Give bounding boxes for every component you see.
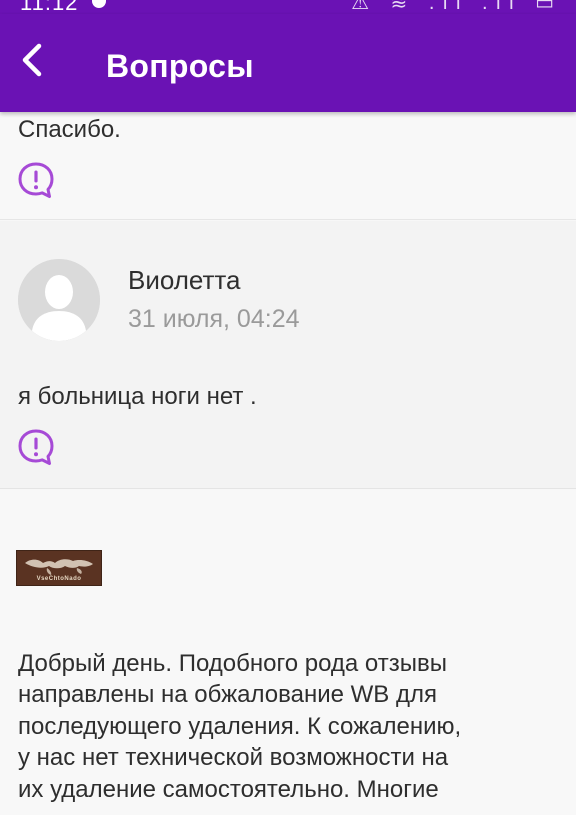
app-bar: Вопросы xyxy=(0,14,576,112)
answer-line: их удаление самостоятельно. Многие xyxy=(18,775,439,803)
feed-item-seller-answer: VseChtoNado Добрый день. Подобного рода … xyxy=(0,490,576,815)
status-icons: ⚠ ≋ .ıl .ıl ▭ xyxy=(351,0,562,14)
page-title: Вопросы xyxy=(106,48,254,84)
answer-line: у нас нет технической возможности на xyxy=(18,744,449,772)
answer-line: Добрый день. Подобного рода отзывы xyxy=(18,650,447,677)
seller-answer-text: Добрый день. Подобного рода отзывы напра… xyxy=(18,648,558,805)
report-bubble-icon[interactable] xyxy=(16,160,56,200)
answer-line: последующего удаления. К сожалению, xyxy=(18,712,462,740)
author-name: Виолетта xyxy=(128,265,241,295)
back-button[interactable] xyxy=(10,38,54,82)
brand-logo: VseChtoNado xyxy=(16,550,102,586)
notification-icon xyxy=(92,0,106,8)
answer-line: направлены на обжалование WB для xyxy=(18,681,437,709)
brand-logo-text: VseChtoNado xyxy=(36,576,82,582)
answer-text: Спасибо. xyxy=(18,116,121,143)
feed-item-question: Виолетта 31 июля, 04:24 я больница ноги … xyxy=(0,221,576,489)
question-text: я больница ноги нет . xyxy=(18,383,257,410)
questions-feed[interactable]: Спасибо. Виолетта 31 июля, 04:24 я больн… xyxy=(0,112,576,815)
status-time: 11:12 xyxy=(20,0,79,14)
chevron-left-icon xyxy=(22,43,42,77)
review-date: 31 июля, 04:24 xyxy=(128,305,300,333)
avatar xyxy=(18,259,100,341)
report-bubble-icon[interactable] xyxy=(16,427,56,467)
feed-item-answer-end: Спасибо. xyxy=(0,112,576,220)
status-bar: 11:12 ⚠ ≋ .ıl .ıl ▭ xyxy=(0,0,576,14)
user-silhouette-icon xyxy=(18,259,100,341)
